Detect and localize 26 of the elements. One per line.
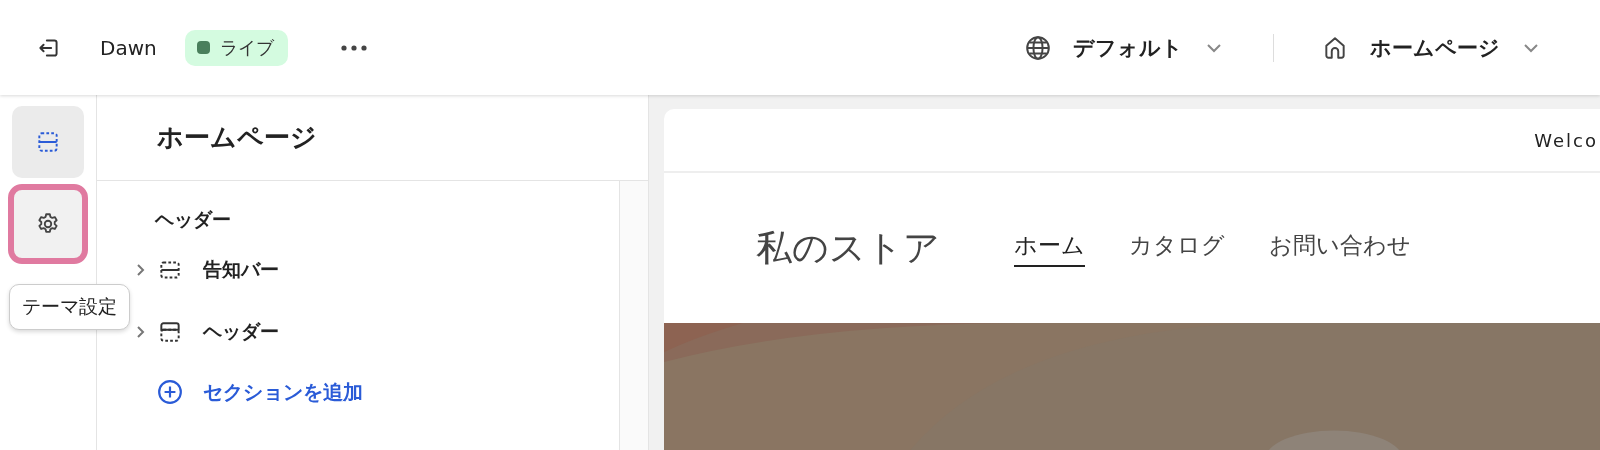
group-heading: ヘッダー: [155, 207, 232, 232]
more-icon[interactable]: [339, 43, 368, 52]
add-section-link[interactable]: セクションを追加: [135, 363, 619, 421]
announcement-text: Welco: [1534, 129, 1598, 151]
theme-name: Dawn: [100, 35, 157, 60]
home-icon: [1322, 34, 1348, 61]
nav-link[interactable]: カタログ: [1129, 229, 1225, 267]
page-select[interactable]: ホームページ: [1322, 33, 1540, 62]
section-item[interactable]: ヘッダー: [135, 301, 619, 363]
panel-title: ホームページ: [97, 95, 648, 181]
globe-icon: [1025, 34, 1051, 61]
plus-circle-icon: [157, 379, 183, 405]
header-section-icon: [157, 319, 183, 345]
chevron-right-icon[interactable]: [135, 324, 147, 340]
chevron-down-icon: [1522, 41, 1540, 54]
language-select[interactable]: デフォルト: [1025, 33, 1223, 62]
status-label: ライブ: [219, 35, 274, 60]
chevron-right-icon[interactable]: [135, 262, 147, 278]
store-name: 私のストア: [756, 225, 940, 270]
settings-button[interactable]: [8, 184, 88, 264]
chevron-down-icon: [1205, 41, 1223, 54]
sections-icon: [35, 129, 61, 155]
nav-link[interactable]: お問い合わせ: [1269, 229, 1411, 267]
tooltip: テーマ設定: [9, 284, 130, 330]
nav-link[interactable]: ホーム: [1014, 229, 1085, 267]
section-item[interactable]: 告知バー: [135, 239, 619, 301]
